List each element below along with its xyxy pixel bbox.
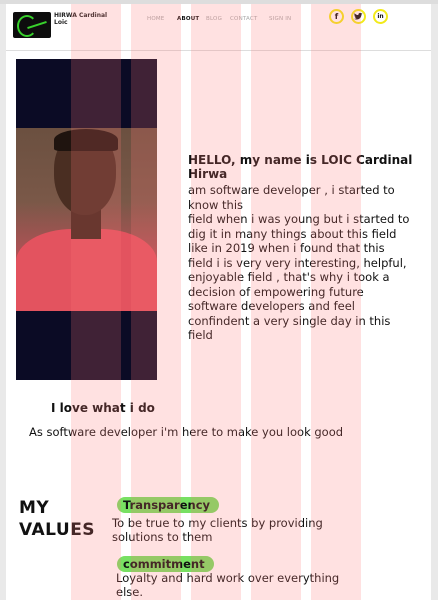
- value-text-commitment: Loyalty and hard work over everything el…: [116, 571, 340, 599]
- nav-home[interactable]: HOME: [147, 16, 165, 22]
- values-title-line: MY: [19, 498, 50, 518]
- nav-contact[interactable]: CONTACT: [230, 16, 257, 22]
- nav-about[interactable]: ABOUT: [177, 16, 199, 22]
- values-title: MY VALUES: [19, 497, 95, 541]
- value-pill-transparency: Transparency: [117, 497, 220, 513]
- profile-photo: [16, 59, 157, 380]
- bio-line: enjoyable field , that's why i took a de…: [188, 270, 391, 342]
- twitter-button[interactable]: [351, 9, 366, 24]
- bio-line: am software developer , i started to kno…: [188, 183, 395, 212]
- love-heading: I love what i do: [51, 401, 155, 415]
- tagline: As software developer i'm here to make y…: [29, 425, 344, 439]
- logo[interactable]: [13, 12, 51, 38]
- about-heading: HELLO, my name is LOIC Cardinal Hirwa: [188, 153, 413, 181]
- nav-sign-in[interactable]: SIGN IN: [269, 16, 291, 22]
- linkedin-button[interactable]: in: [373, 9, 388, 24]
- facebook-icon: f: [331, 11, 342, 22]
- about-bio: am software developer , i started to kno…: [188, 183, 413, 343]
- logo-name: HIRWA Cardinal Loic: [54, 12, 108, 26]
- linkedin-icon: in: [375, 11, 386, 22]
- value-text-transparency: To be true to my clients by providing so…: [112, 516, 323, 544]
- photo-shirt: [16, 229, 157, 311]
- page: HIRWA Cardinal Loic HOME ABOUT BLOG CONT…: [6, 4, 431, 600]
- value-pill-commitment: commitment: [117, 556, 214, 572]
- site-header: HIRWA Cardinal Loic HOME ABOUT BLOG CONT…: [6, 4, 431, 51]
- values-title-line: VALUES: [19, 520, 96, 540]
- twitter-icon: [353, 11, 364, 22]
- photo-hair: [54, 129, 118, 151]
- bio-line: field when i was young but i started to …: [188, 212, 410, 270]
- facebook-button[interactable]: f: [329, 9, 344, 24]
- nav-blog[interactable]: BLOG: [206, 16, 222, 22]
